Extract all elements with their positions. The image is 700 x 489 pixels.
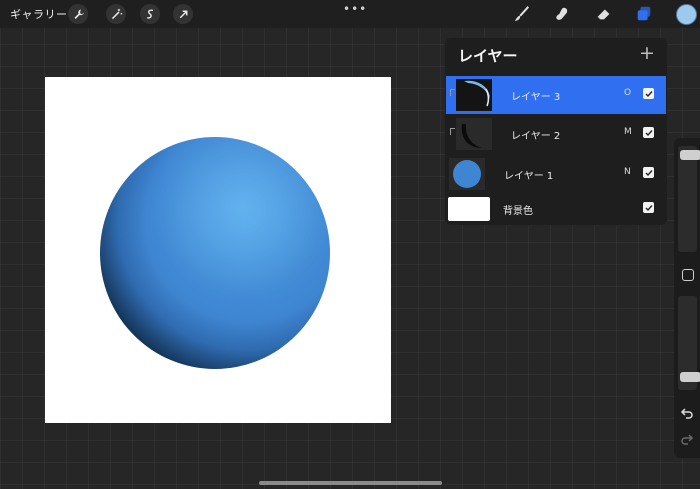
undo-icon[interactable] <box>680 404 694 423</box>
blend-mode-button[interactable]: N <box>624 167 631 177</box>
visibility-checkbox[interactable] <box>643 202 654 213</box>
layer-name: 背景色 <box>503 206 533 217</box>
opacity-handle[interactable] <box>680 372 700 382</box>
selection-s-icon[interactable] <box>140 4 160 24</box>
modify-button[interactable] <box>682 269 694 281</box>
magic-wand-icon[interactable] <box>106 4 126 24</box>
redo-icon[interactable] <box>680 430 694 449</box>
drawing-canvas[interactable] <box>45 77 391 423</box>
painted-sphere <box>100 137 330 369</box>
add-layer-button[interactable]: + <box>639 42 655 64</box>
eraser-icon[interactable] <box>594 4 614 24</box>
opacity-slider[interactable] <box>678 296 700 390</box>
background-color-swatch[interactable] <box>448 197 490 221</box>
layer-name: レイヤー 2 <box>511 131 561 142</box>
layer-row-1[interactable]: レイヤー 1 N <box>446 155 666 193</box>
brush-size-handle[interactable] <box>680 150 700 160</box>
layer-thumbnail <box>449 158 485 190</box>
blend-mode-button[interactable]: O <box>624 88 631 98</box>
actions-menu-button[interactable]: ••• <box>343 2 367 16</box>
layers-icon[interactable] <box>634 4 654 24</box>
brush-size-slider[interactable] <box>678 146 700 252</box>
home-indicator[interactable] <box>259 481 442 485</box>
color-picker-button[interactable] <box>676 4 697 25</box>
wrench-icon[interactable] <box>68 4 88 24</box>
layer-row-3[interactable]: レイヤー 3 O <box>446 76 666 114</box>
top-toolbar: ギャラリー ••• <box>0 0 700 28</box>
clipping-mask-icon <box>450 89 455 96</box>
visibility-checkbox[interactable] <box>643 88 654 99</box>
side-toolbar <box>674 138 700 458</box>
gallery-button[interactable]: ギャラリー <box>10 6 68 22</box>
layer-name: レイヤー 1 <box>504 171 554 182</box>
layer-thumbnail <box>456 79 492 111</box>
layer-row-2[interactable]: レイヤー 2 M <box>446 115 666 153</box>
visibility-checkbox[interactable] <box>643 127 654 138</box>
clipping-mask-icon <box>450 128 455 135</box>
layers-panel: レイヤー + レイヤー 3 O レイヤー 2 M レイヤー 1 N 背景色 <box>445 38 667 225</box>
blend-mode-button[interactable]: M <box>624 127 632 137</box>
transform-arrow-icon[interactable] <box>173 4 193 24</box>
layers-panel-title: レイヤー <box>458 47 518 65</box>
smudge-icon[interactable] <box>552 4 572 24</box>
background-color-row[interactable]: 背景色 <box>446 193 666 231</box>
brush-icon[interactable] <box>512 4 532 24</box>
visibility-checkbox[interactable] <box>643 167 654 178</box>
layer-thumbnail <box>456 118 492 150</box>
layer-name: レイヤー 3 <box>511 92 561 103</box>
